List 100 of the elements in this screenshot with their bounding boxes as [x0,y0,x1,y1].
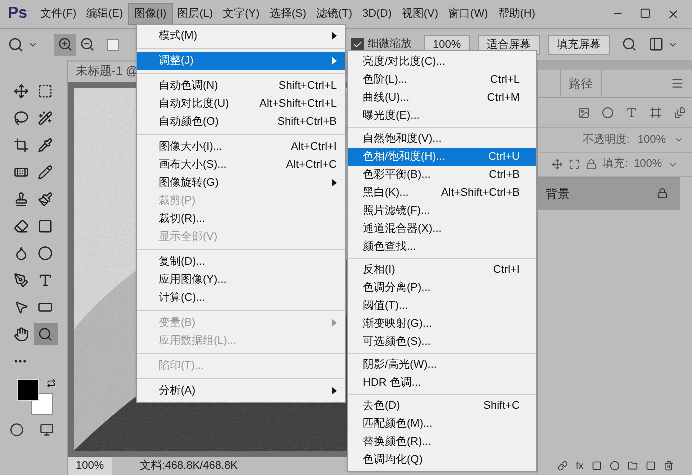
menu-item-label: HDR 色调... [363,376,422,391]
menu-item[interactable]: 分析(A) [137,382,345,400]
menu-item[interactable]: 文字(Y) [218,4,265,24]
menu-item[interactable]: 匹配颜色(M)... [348,415,536,433]
crop-icon [14,138,28,152]
menu-item[interactable]: 去色(D) Shift+C [348,397,536,415]
menu-item[interactable]: 色调均化(Q) [348,451,536,469]
check-icon [352,40,362,50]
menu-item[interactable]: 反相(I) Ctrl+I [348,261,536,279]
menu-item[interactable]: 阈值(T)... [348,297,536,315]
checkbox-label: 细微缩放 [368,36,412,52]
menu-item-label: 照片滤镜(F)... [363,204,430,219]
layer-name: 背景 [546,186,570,202]
menu-item-label: 裁切(R)... [159,212,206,227]
menu-item-label: 分析(A) [159,384,196,399]
menu-item[interactable]: 色阶(L)... Ctrl+L [348,71,536,89]
menu-item[interactable]: 窗口(W) [444,4,494,24]
menu-item[interactable]: 渐变映射(G)... [348,315,536,333]
menu-item[interactable]: 可选颜色(S)... [348,333,536,351]
type-filter-icon[interactable] [626,106,638,118]
hand-icon [14,326,28,342]
menu-item[interactable]: 模式(M) [137,27,345,45]
search-icon[interactable] [622,37,638,52]
menu-item-label: 显示全部(V) [159,230,218,245]
menu-item[interactable]: 阴影/高光(W)... [348,356,536,374]
menu-item[interactable]: 曲线(U)... Ctrl+M [348,89,536,107]
image-filter-icon[interactable] [578,106,590,118]
menu-item[interactable]: 调整(J) [137,52,345,70]
menu-item[interactable]: 图像旋转(G) [137,174,345,192]
menu-item[interactable]: 曝光度(E)... [348,107,536,125]
menu-item[interactable]: 滤镜(T) [311,4,358,24]
menu-item[interactable]: 色调分离(P)... [348,279,536,297]
app-logo: Ps [7,4,29,24]
menu-item[interactable]: 编辑(E) [82,4,128,24]
fx-button[interactable]: fx [576,458,584,474]
menu-item[interactable]: 计算(C)... [137,289,345,307]
menu-item[interactable]: 3D(D) [358,4,397,24]
menu-item-label: 曲线(U)... [363,90,410,106]
menu-shortcut: Shift+Ctrl+L [278,78,337,94]
menu-item[interactable]: 颜色查找... [348,238,536,256]
menu-item[interactable]: 黑白(K)... Alt+Shift+Ctrl+B [348,184,536,202]
checkbox[interactable] [351,38,364,51]
menu-item[interactable]: 画布大小(S)... Alt+Ctrl+C [137,156,345,174]
panel-menu-icon[interactable] [671,77,684,90]
menu-item[interactable]: 色彩平衡(B)... Ctrl+B [348,166,536,184]
lock-icon[interactable] [586,159,597,170]
menu-item[interactable]: 亮度/对比度(C)... [348,53,536,71]
type-icon [38,272,53,288]
menu-shortcut: Alt+Ctrl+C [286,158,337,173]
folder-icon[interactable] [628,461,638,471]
workspace-icon[interactable] [649,37,664,52]
opacity-field[interactable]: 100% [634,132,670,148]
stamp-icon [14,192,28,206]
menu-item[interactable]: 文件(F) [36,4,82,24]
menu-item[interactable]: 选择(S) [264,4,312,24]
menu-item[interactable]: 自动对比度(U) Alt+Shift+Ctrl+L [137,95,345,113]
menu-item-label: 去色(D) [363,398,400,414]
menu-item[interactable]: 帮助(H) [493,4,541,24]
menu-item[interactable]: 自动颜色(O) Shift+Ctrl+B [137,113,345,131]
menu-item[interactable]: 视图(V) [396,4,444,24]
tool-button[interactable] [34,323,58,345]
menu-item[interactable]: 复制(D)... [137,253,345,271]
menu-item[interactable]: 色相/饱和度(H)... Ctrl+U [348,148,536,166]
menu-shortcut: Ctrl+U [488,150,520,165]
menu-item[interactable]: 应用图像(Y)... [137,271,345,289]
menu-item-label: 图像旋转(G) [159,176,219,191]
zoom-in-button[interactable] [54,34,76,56]
brush-icon [38,192,53,206]
pencil-icon [38,164,53,180]
color-swatches-drawing[interactable] [17,379,53,415]
screen-mode-icon[interactable] [40,423,54,437]
option-button[interactable]: 填充屏幕 [548,34,610,54]
menu-item[interactable]: 图层(L) [172,4,218,24]
checkbox[interactable] [107,38,119,50]
pointer-icon [14,300,28,314]
swap-colors-icon[interactable] [47,379,56,388]
trash-icon[interactable] [664,461,674,471]
menu-item-label: 裁剪(P) [159,194,196,209]
link-icon[interactable] [558,461,568,471]
close-icon[interactable] [667,8,680,20]
maximize-icon[interactable] [640,8,651,18]
menu-item[interactable]: 自然饱和度(V)... [348,130,536,148]
panel-tab[interactable]: 路径 [560,70,602,97]
fill-field[interactable]: 100% [634,156,662,173]
menu-item[interactable]: 图像大小(I)... Alt+Ctrl+I [137,138,345,156]
menu-item[interactable]: 图像(I) [128,2,173,26]
menu-item-label: 亮度/对比度(C)... [363,54,446,70]
document-info: 文档:468.8K/468.8K [140,458,238,474]
menu-item[interactable]: 照片滤镜(F)... [348,202,536,220]
menu-item[interactable]: 替换颜色(R)... [348,433,536,451]
menu-shortcut: Ctrl+I [493,262,520,278]
menu-item[interactable]: 裁切(R)... [137,210,345,228]
menu-shortcut: Alt+Ctrl+I [291,140,337,155]
menu-item[interactable]: HDR 色调... [348,374,536,392]
menu-item-label: 匹配颜色(M)... [363,416,433,432]
zoom-tool-icon[interactable] [8,36,24,52]
zoom-out-icon[interactable] [80,37,95,52]
zoom-level[interactable]: 100% [68,457,112,475]
menu-item[interactable]: 通道混合器(X)... [348,220,536,238]
layer-row[interactable]: 背景 [538,177,680,210]
